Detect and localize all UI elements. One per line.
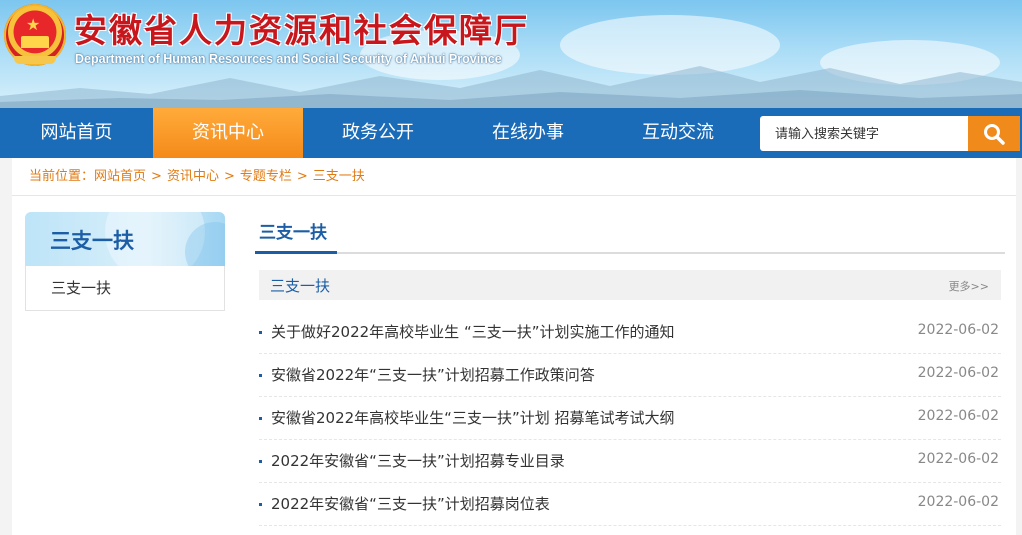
- main-nav: 网站首页 资讯中心 政务公开 在线办事 互动交流: [0, 108, 1022, 158]
- list-item: 2022年安徽省“三支一扶”计划招募专业目录 2022-06-02: [259, 440, 1001, 483]
- news-date: 2022-06-02: [917, 494, 999, 510]
- news-title-link[interactable]: 2022年安徽省“三支一扶”计划招募岗位表: [271, 493, 550, 514]
- search-input[interactable]: [760, 116, 968, 151]
- news-list: 关于做好2022年高校毕业生 “三支一扶”计划实施工作的通知 2022-06-0…: [259, 311, 1001, 526]
- breadcrumb-current[interactable]: 三支一扶: [313, 169, 365, 184]
- sidebar-title: 三支一扶: [50, 229, 134, 253]
- sidebar-item-sanzhi-yifu[interactable]: 三支一扶: [26, 266, 224, 310]
- section-title: 三支一扶: [270, 277, 331, 295]
- breadcrumb-separator: >: [223, 169, 235, 184]
- sidebar-list: 三支一扶: [25, 266, 225, 311]
- breadcrumb: 当前位置：网站首页 > 资讯中心 > 专题专栏 > 三支一扶: [12, 158, 1016, 196]
- breadcrumb-separator: >: [151, 169, 162, 184]
- breadcrumb-separator: >: [296, 169, 308, 184]
- sidebar-header: 三支一扶: [25, 212, 225, 266]
- site-title: 安徽省人力资源和社会保障厅: [74, 11, 529, 50]
- news-date: 2022-06-02: [917, 322, 999, 338]
- national-emblem-icon: ★: [4, 4, 66, 66]
- search-box: [760, 116, 1020, 151]
- breadcrumb-link-home[interactable]: 网站首页: [94, 169, 146, 184]
- bullet-icon: [259, 374, 262, 377]
- site-subtitle: Department of Human Resources and Social…: [75, 52, 502, 66]
- header-banner: ★ 安徽省人力资源和社会保障厅 Department of Human Reso…: [0, 0, 1022, 108]
- list-item: 2022年安徽省“三支一扶”计划招募岗位表 2022-06-02: [259, 483, 1001, 526]
- bullet-icon: [259, 417, 262, 420]
- news-title-link[interactable]: 关于做好2022年高校毕业生 “三支一扶”计划实施工作的通知: [271, 321, 675, 342]
- bullet-icon: [259, 503, 262, 506]
- nav-item-online-services[interactable]: 在线办事: [453, 108, 603, 158]
- breadcrumb-prefix: 当前位置：: [29, 169, 95, 184]
- nav-item-government-affairs[interactable]: 政务公开: [303, 108, 453, 158]
- list-item: 安徽省2022年高校毕业生“三支一扶”计划 招募笔试考试大纲 2022-06-0…: [259, 397, 1001, 440]
- nav-item-interaction[interactable]: 互动交流: [603, 108, 753, 158]
- news-date: 2022-06-02: [917, 408, 999, 424]
- news-title-link[interactable]: 安徽省2022年“三支一扶”计划招募工作政策问答: [271, 364, 595, 385]
- nav-item-home[interactable]: 网站首页: [0, 108, 153, 158]
- more-link[interactable]: 更多>>: [949, 278, 989, 294]
- list-item: 安徽省2022年“三支一扶”计划招募工作政策问答 2022-06-02: [259, 354, 1001, 397]
- nav-item-news-center[interactable]: 资讯中心: [153, 108, 303, 158]
- section-header: 三支一扶 更多>>: [259, 270, 1001, 300]
- breadcrumb-link-special-topics[interactable]: 专题专栏: [240, 169, 292, 184]
- tab-active-underline: [255, 251, 337, 254]
- breadcrumb-bar: 当前位置：网站首页 > 资讯中心 > 专题专栏 > 三支一扶: [0, 158, 1022, 196]
- news-title-link[interactable]: 安徽省2022年高校毕业生“三支一扶”计划 招募笔试考试大纲: [271, 407, 675, 428]
- bullet-icon: [259, 331, 262, 334]
- search-button[interactable]: [968, 116, 1020, 151]
- bullet-icon: [259, 460, 262, 463]
- breadcrumb-link-news-center[interactable]: 资讯中心: [167, 169, 219, 184]
- news-title-link[interactable]: 2022年安徽省“三支一扶”计划招募专业目录: [271, 450, 565, 471]
- news-date: 2022-06-02: [917, 451, 999, 467]
- main-tab[interactable]: 三支一扶: [256, 222, 330, 254]
- news-date: 2022-06-02: [917, 365, 999, 381]
- search-icon: [984, 123, 1005, 145]
- tab-divider: [255, 252, 1005, 254]
- list-item: 关于做好2022年高校毕业生 “三支一扶”计划实施工作的通知 2022-06-0…: [259, 311, 1001, 354]
